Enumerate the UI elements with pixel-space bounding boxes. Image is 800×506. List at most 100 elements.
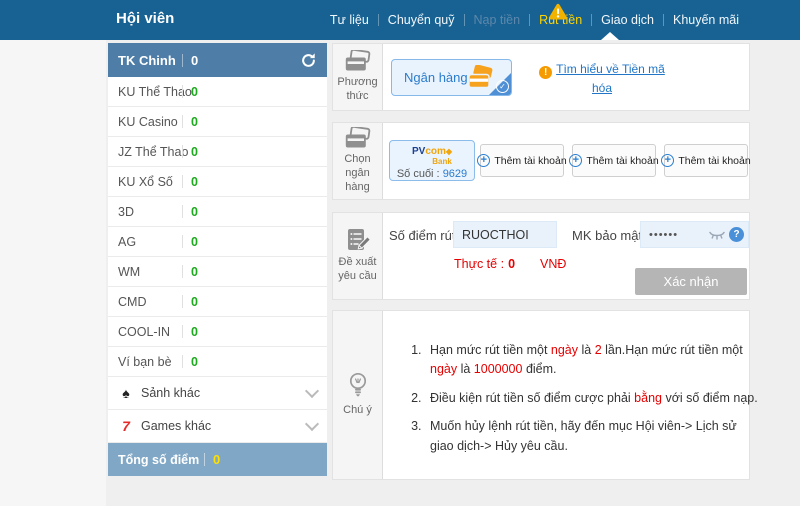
bank-cards-icon: [345, 127, 371, 148]
nav-divider: [378, 14, 379, 26]
password-label: MK bảo mật :: [572, 228, 649, 243]
request-section: Đề xuất yêu cầu Số điểm rút : MK bảo mật…: [332, 212, 750, 300]
nav-item[interactable]: Giao dịch: [601, 13, 654, 27]
account-balance: 0: [191, 115, 198, 129]
account-balance: 0: [191, 205, 198, 219]
account-label: KU Thể Thao: [118, 85, 182, 99]
request-form-icon: [346, 228, 370, 251]
note-list: Hạn mức rút tiền một ngày là 2 lần.Hạn m…: [405, 341, 761, 465]
help-icon[interactable]: [729, 227, 744, 242]
account-balance: 0: [191, 145, 198, 159]
chevron-down-icon: [305, 416, 319, 430]
info-alert-icon: [539, 66, 552, 79]
pvcombank-logo-bank: Bank: [410, 158, 474, 166]
actual-value: 0: [508, 257, 515, 271]
note-item: Hạn mức rút tiền một ngày là 2 lần.Hạn m…: [425, 341, 761, 380]
last-digits-value: 9629: [443, 168, 467, 180]
nav-item[interactable]: Chuyển quỹ: [388, 13, 455, 27]
page-title: Hội viên: [116, 0, 174, 38]
group-label: Games khác: [141, 419, 211, 433]
add-account-label: Thêm tài khoản: [494, 155, 566, 167]
plus-circle-icon: [661, 154, 674, 167]
divider: [182, 115, 183, 128]
divider: [182, 85, 183, 98]
nav-divider: [529, 14, 530, 26]
sidebar-account-row: Ví bạn bè 0: [108, 347, 327, 377]
note-label: Chú ý: [343, 404, 372, 418]
divider: [182, 235, 183, 248]
warning-triangle-icon: [548, 3, 568, 20]
crypto-link[interactable]: Tìm hiểu về Tiền mã hóa: [556, 62, 665, 95]
plus-circle-icon: [569, 154, 582, 167]
account-label: 3D: [118, 205, 182, 219]
account-label: COOL-IN: [118, 325, 182, 339]
request-label-box: Đề xuất yêu cầu: [333, 213, 383, 299]
total-points-bar: Tổng số điểm 0: [108, 443, 327, 476]
main-account-label: TK Chinh: [118, 53, 182, 68]
nav-item[interactable]: Tư liệu: [330, 13, 369, 27]
account-balance: 0: [191, 85, 198, 99]
account-balance: 0: [191, 355, 198, 369]
bank-card-pvcombank[interactable]: PVcom Bank Số cuối : 9629: [389, 140, 475, 181]
nav-item[interactable]: Nạp tiền: [474, 13, 521, 27]
password-input[interactable]: [641, 222, 711, 247]
method-label: Phương thức: [335, 76, 380, 104]
sidebar-group-row[interactable]: 7 Games khác: [108, 410, 327, 443]
nav-divider: [464, 14, 465, 26]
note-section: Chú ý Hạn mức rút tiền một ngày là 2 lần…: [332, 310, 750, 480]
sidebar-account-row: 3D 0: [108, 197, 327, 227]
note-item: Muốn hủy lệnh rút tiền, hãy đến mục Hội …: [425, 417, 761, 456]
sidebar-account-row: AG 0: [108, 227, 327, 257]
divider: [182, 205, 183, 218]
method-label-box: Phương thức: [333, 44, 383, 110]
account-balance: 0: [191, 325, 198, 339]
points-label: Số điểm rút :: [389, 228, 463, 243]
add-account-button[interactable]: Thêm tài khoản: [572, 144, 656, 177]
nav-item[interactable]: Khuyến mãi: [673, 13, 739, 27]
refresh-balance-button[interactable]: [299, 51, 317, 69]
sidebar-group-row[interactable]: ♠ Sảnh khác: [108, 377, 327, 410]
confirm-button[interactable]: Xác nhận: [635, 268, 747, 295]
account-label: CMD: [118, 295, 182, 309]
add-account-label: Thêm tài khoản: [678, 155, 750, 167]
active-tab-caret: [601, 32, 619, 40]
add-account-label: Thêm tài khoản: [586, 155, 658, 167]
nav-divider: [591, 14, 592, 26]
bank-section: Chọn ngân hàng PVcom Bank Số cuối : 9629…: [332, 122, 750, 200]
pv-diamond-icon: [446, 147, 452, 156]
request-label: Đề xuất yêu cầu: [335, 256, 380, 284]
app-header: Hội viên Tư liệuChuyển quỹNạp tiềnRút ti…: [0, 0, 800, 40]
main-account-balance: 0: [191, 53, 198, 68]
main-account-bar: TK Chinh 0: [108, 43, 327, 77]
plus-circle-icon: [477, 154, 490, 167]
account-label: WM: [118, 265, 182, 279]
sidebar-account-row: KU Xổ Số 0: [108, 167, 327, 197]
points-input[interactable]: [453, 221, 557, 248]
bank-cards-icon: [345, 50, 371, 71]
total-points-label: Tổng số điểm: [118, 453, 204, 467]
bank-method-label: Ngân hàng: [404, 70, 468, 85]
sidebar-account-row: KU Casino 0: [108, 107, 327, 137]
chevron-down-icon: [305, 383, 319, 397]
method-section: Phương thức Ngân hàng Tìm hiểu về Tiền m…: [332, 43, 750, 111]
add-account-button[interactable]: Thêm tài khoản: [664, 144, 748, 177]
account-balance: 0: [191, 175, 198, 189]
account-label: Ví bạn bè: [118, 355, 182, 369]
bank-label-box: Chọn ngân hàng: [333, 123, 383, 199]
check-icon: [496, 80, 509, 93]
account-balance: 0: [191, 265, 198, 279]
eye-closed-icon[interactable]: [709, 231, 725, 242]
note-label-box: Chú ý: [333, 311, 383, 479]
divider: [182, 325, 183, 338]
crypto-info: Tìm hiểu về Tiền mã hóa: [531, 60, 673, 98]
pvcombank-logo: PVcom: [390, 147, 474, 157]
spade-icon: ♠: [118, 385, 134, 401]
bank-label: Chọn ngân hàng: [335, 153, 380, 194]
bulb-icon: [347, 372, 369, 399]
bank-method-button[interactable]: Ngân hàng: [391, 59, 512, 96]
left-margin: [0, 40, 106, 506]
add-account-button[interactable]: Thêm tài khoản: [480, 144, 564, 177]
account-label: JZ Thể Thao: [118, 145, 182, 159]
group-label: Sảnh khác: [141, 386, 200, 400]
member-sidebar: TK Chinh 0 KU Thể Thao 0 KU Casino 0 JZ …: [108, 43, 327, 476]
